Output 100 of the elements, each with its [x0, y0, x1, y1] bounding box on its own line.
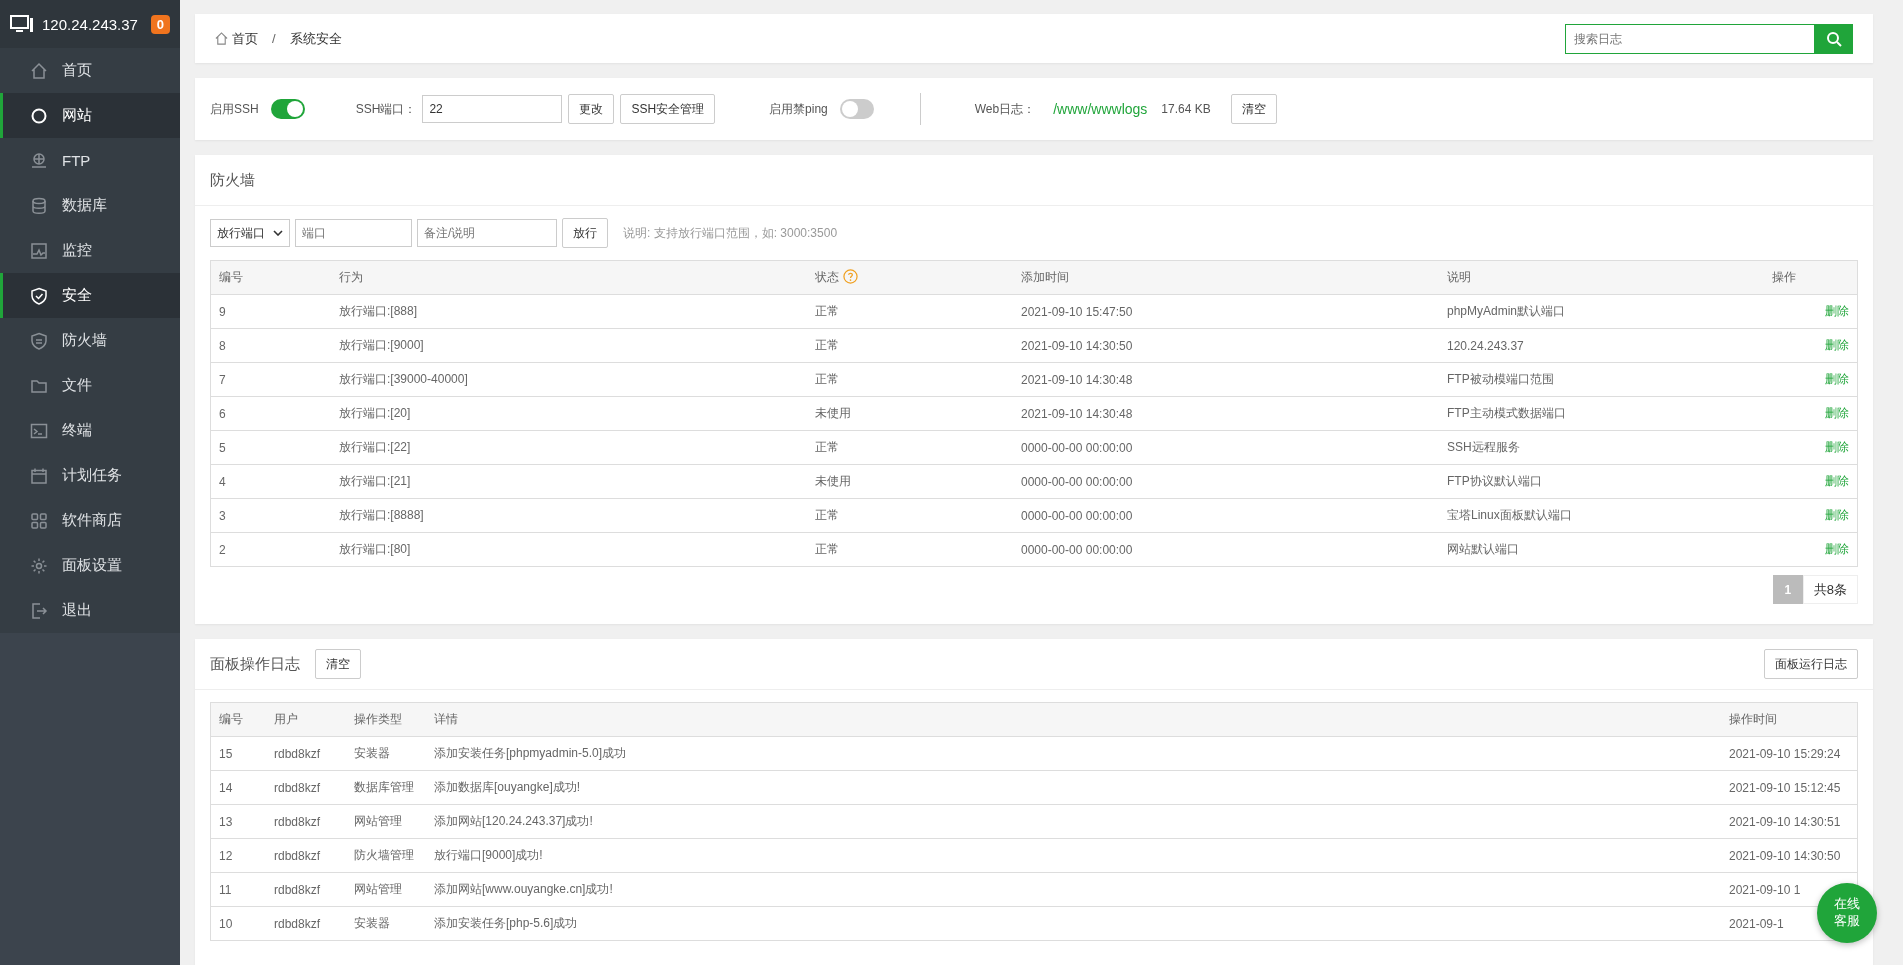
table-cell: 正常: [807, 362, 1013, 397]
ssh-port-field[interactable]: 22: [422, 95, 563, 123]
table-cell: 13: [210, 804, 266, 839]
calendar-icon: [30, 466, 48, 485]
globe-icon: [30, 151, 48, 170]
table-cell: 放行端口:[8888]: [331, 498, 807, 533]
ssh-port-label: SSH端口：: [355, 100, 417, 118]
column-header: 操作: [1763, 260, 1858, 295]
change-button[interactable]: 更改: [568, 94, 615, 124]
column-header: 添加时间: [1013, 260, 1439, 295]
sidebar-item[interactable]: 计划任务: [0, 453, 180, 498]
sidebar-item[interactable]: 文件: [0, 363, 180, 408]
sidebar-item[interactable]: 面板设置: [0, 543, 180, 588]
sidebar-item[interactable]: FTP: [0, 138, 180, 183]
table-cell: 11: [210, 872, 266, 907]
note-field[interactable]: 备注/说明: [417, 219, 557, 247]
sidebar-item[interactable]: 数据库: [0, 183, 180, 228]
hint-text: 说明: 支持放行端口范围，如: 3000:3500: [623, 224, 838, 242]
chart-icon: [30, 241, 48, 260]
table-cell: 6: [210, 396, 331, 431]
table-cell: 添加网站[www.ouyangke.cn]成功!: [426, 872, 1721, 907]
table-cell: 网站管理: [346, 872, 426, 907]
table-cell: 0000-00-00 00:00:00: [1013, 430, 1439, 465]
port-field[interactable]: 端口: [295, 219, 412, 247]
shield-icon: [30, 331, 48, 350]
breadcrumb-link[interactable]: 首页: [232, 29, 258, 48]
column-header: 编号: [210, 260, 331, 295]
total-count: 共8条: [1802, 575, 1858, 604]
sidebar-item[interactable]: 软件商店: [0, 498, 180, 543]
sidebar-item[interactable]: 网站: [0, 93, 180, 138]
table-cell: 8: [210, 328, 331, 363]
table-cell: FTP主动模式数据端口: [1439, 396, 1764, 431]
table-cell: 2021-09-10 1: [1729, 882, 1801, 897]
table-cell: 2021-09-10 14:30:51: [1729, 814, 1841, 829]
table-cell: 放行端口:[80]: [331, 532, 807, 567]
search-icon: [1826, 30, 1842, 47]
ping-toggle[interactable]: [839, 99, 874, 119]
table-cell: 防火墙管理: [346, 838, 426, 873]
ssh-toggle[interactable]: [270, 99, 305, 119]
table-cell: 2021-09-10 14:30:48: [1013, 396, 1439, 431]
table-cell: 添加网站[120.24.243.37]成功!: [426, 804, 1721, 839]
settings-icon: [30, 556, 48, 575]
sidebar-item[interactable]: 首页: [0, 48, 180, 93]
table-cell: 15: [210, 736, 266, 771]
column-header: 用户: [266, 702, 346, 737]
table-cell: 放行端口:[22]: [331, 430, 807, 465]
rule-type-dropdown[interactable]: 放行端口: [210, 219, 290, 247]
run-log-button[interactable]: 面板运行日志: [1764, 649, 1858, 679]
table-cell: 120.24.243.37: [1439, 328, 1764, 363]
table-cell: rdbd8kzf: [266, 906, 346, 941]
column-header: 行为: [331, 260, 807, 295]
clear-log-button[interactable]: 清空: [315, 649, 361, 679]
search-button[interactable]: [1815, 23, 1853, 54]
table-cell: rdbd8kzf: [266, 770, 346, 805]
allow-button[interactable]: 放行: [562, 218, 608, 248]
table-cell: 添加数据库[ouyangke]成功!: [426, 770, 1721, 805]
help-icon[interactable]: [843, 269, 858, 284]
search-field[interactable]: 搜索日志: [1565, 23, 1815, 54]
table-cell: 放行端口[9000]成功!: [426, 838, 1721, 873]
table-cell: 正常: [807, 532, 1013, 567]
sidebar-item[interactable]: 安全: [0, 273, 180, 318]
table-cell: 2: [210, 532, 331, 567]
sidebar-item[interactable]: 监控: [0, 228, 180, 273]
server-address: 120.24.243.37: [42, 15, 139, 33]
table-cell: 安装器: [346, 736, 426, 771]
table-cell: 3: [210, 498, 331, 533]
table-cell: 2021-09-10 15:29:24: [1729, 746, 1841, 761]
clear-button[interactable]: 清空: [1230, 94, 1277, 124]
breadcrumb-link[interactable]: 系统安全: [289, 29, 342, 48]
table-cell: FTP协议默认端口: [1439, 464, 1764, 499]
column-header: 说明: [1439, 260, 1764, 295]
ssh-label: 启用SSH: [210, 100, 259, 118]
table-cell: 正常: [807, 430, 1013, 465]
table-cell: 放行端口:[888]: [331, 294, 807, 329]
sidebar-item[interactable]: 终端: [0, 408, 180, 453]
web-log-size: 17.64 KB: [1161, 102, 1211, 116]
table-cell: 正常: [807, 328, 1013, 363]
column-header: 操作类型: [346, 702, 426, 737]
section-title: 面板操作日志: [210, 654, 300, 674]
table-cell: 数据库管理: [346, 770, 426, 805]
table-cell: 正常: [807, 294, 1013, 329]
column-header: 编号: [210, 702, 266, 737]
sidebar-item[interactable]: 退出: [0, 588, 180, 633]
table-cell: 网站管理: [346, 804, 426, 839]
table-cell: 2021-09-10 14:30:48: [1013, 362, 1439, 397]
home-icon: [30, 61, 48, 80]
table-cell: 放行端口:[20]: [331, 396, 807, 431]
logout-icon: [30, 601, 48, 620]
table-cell: 2021-09-10 15:47:50: [1013, 294, 1439, 329]
section-title: 防火墙: [195, 155, 1873, 206]
table-cell: rdbd8kzf: [266, 804, 346, 839]
table-cell: SSH远程服务: [1439, 430, 1764, 465]
table-cell: 7: [210, 362, 331, 397]
sidebar-item[interactable]: 防火墙: [0, 318, 180, 363]
database-icon: [30, 196, 48, 215]
ssh-manage-button[interactable]: SSH安全管理: [620, 94, 716, 124]
table-cell: 正常: [807, 498, 1013, 533]
circle-icon: [30, 106, 48, 125]
table-cell: 10: [210, 906, 266, 941]
table-cell: 0000-00-00 00:00:00: [1013, 464, 1439, 499]
